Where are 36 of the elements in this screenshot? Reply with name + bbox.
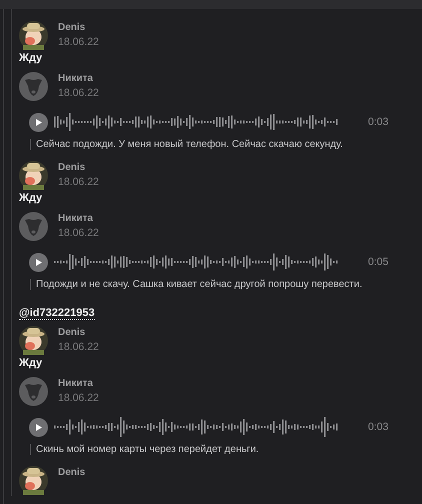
- message-date: 18.06.22: [58, 176, 99, 188]
- avatar: [19, 212, 48, 241]
- message-date: 18.06.22: [58, 36, 99, 48]
- avatar: [19, 21, 48, 50]
- play-button[interactable]: [29, 252, 48, 272]
- message-text: Жду: [19, 357, 42, 369]
- author-name: Denis: [58, 22, 86, 33]
- author-name: Никита: [58, 378, 94, 389]
- message-date: 18.06.22: [58, 227, 99, 239]
- avatar: [19, 72, 48, 101]
- message-date: 18.06.22: [58, 392, 99, 404]
- author-name: Denis: [58, 327, 86, 338]
- message-date: 18.06.22: [58, 87, 99, 99]
- voice-transcript: Подожди и не скачу. Сашка кивает сейчас другой попрошу перевести.: [30, 279, 362, 290]
- voice-transcript: Сейчас подожди. У меня новый телефон. Сейчас скачаю секунду.: [30, 139, 343, 150]
- message-text: Жду: [19, 192, 42, 204]
- avatar: [19, 377, 48, 406]
- play-button[interactable]: [29, 112, 48, 132]
- play-icon: [36, 258, 42, 266]
- play-icon: [36, 118, 42, 126]
- message-date: 18.06.22: [58, 341, 99, 353]
- voice-duration: 0:03: [368, 116, 388, 128]
- voice-duration: 0:03: [368, 421, 388, 433]
- avatar: [19, 326, 48, 355]
- message-text: Жду: [19, 52, 42, 64]
- author-name: Никита: [58, 213, 94, 224]
- mention-link[interactable]: @id732221953: [19, 307, 95, 320]
- play-button[interactable]: [29, 418, 48, 436]
- voice-duration: 0:05: [368, 256, 388, 268]
- play-icon: [36, 424, 42, 430]
- author-name: Denis: [58, 162, 86, 173]
- avatar: [19, 161, 48, 190]
- voice-transcript: Скинь мой номер карты через перейдет деньги.: [30, 444, 259, 455]
- avatar: [19, 466, 48, 495]
- author-name: Denis: [58, 467, 86, 478]
- author-name: Никита: [58, 73, 94, 84]
